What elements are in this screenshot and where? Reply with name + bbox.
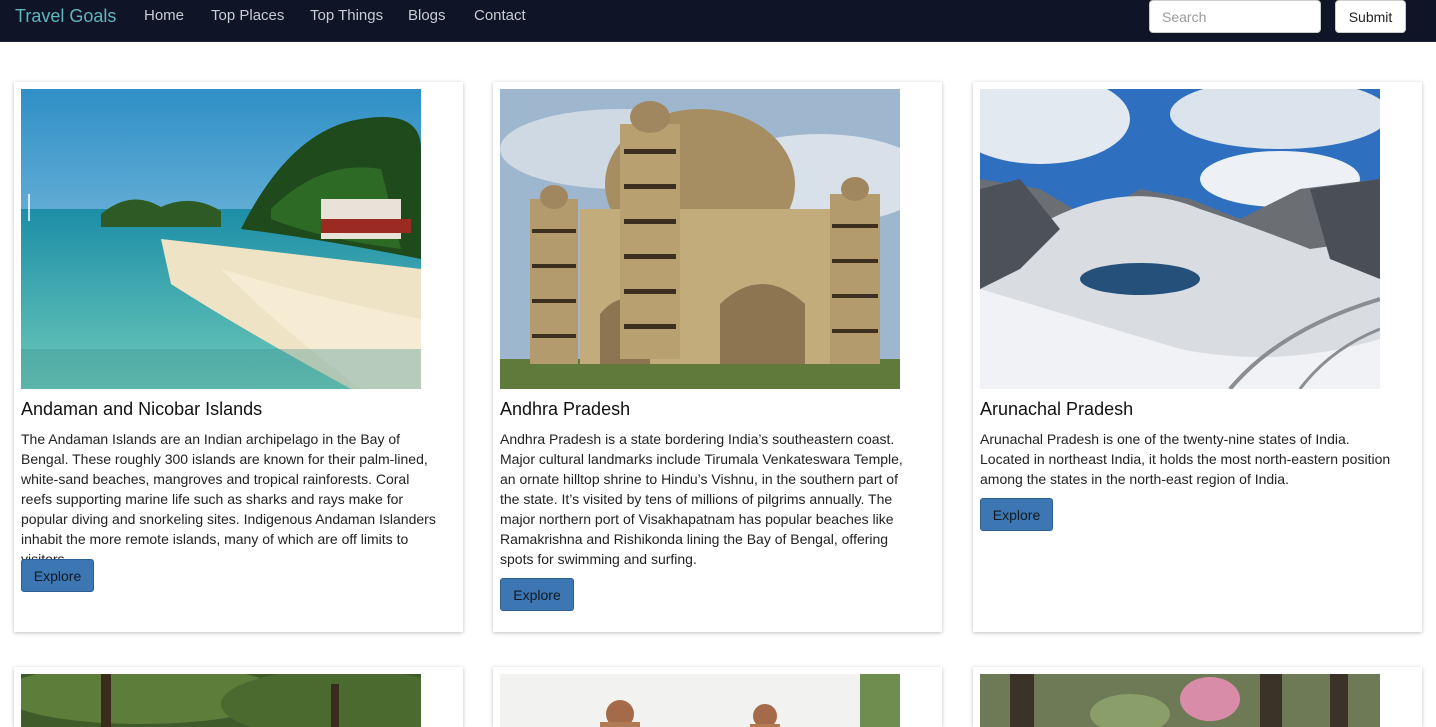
explore-button[interactable]: Explore [21, 559, 94, 592]
card-andaman: Andaman and Nicobar Islands The Andaman … [14, 82, 463, 632]
top-navbar: Travel Goals Home Top Places Top Things … [0, 0, 1436, 42]
nav-link-top-places[interactable]: Top Places [211, 8, 284, 24]
card-image-palace [500, 674, 900, 727]
card-row2-2 [493, 667, 942, 727]
card-image-forest [21, 674, 421, 727]
card-image-garden [980, 674, 1380, 727]
nav-link-home[interactable]: Home [144, 8, 184, 24]
submit-button[interactable]: Submit [1335, 0, 1406, 33]
card-image-beach [21, 89, 421, 389]
card-andhra-pradesh: Andhra Pradesh Andhra Pradesh is a state… [493, 82, 942, 632]
card-image-monument [500, 89, 900, 389]
card-description: The Andaman Islands are an Indian archip… [21, 431, 436, 567]
nav-link-top-things[interactable]: Top Things [310, 8, 383, 24]
card-row2-1 [14, 667, 463, 727]
brand-logo-link[interactable]: Travel Goals [15, 6, 116, 26]
card-image-mountains [980, 89, 1380, 389]
card-title: Andhra Pradesh [500, 399, 631, 419]
nav-link-blogs[interactable]: Blogs [408, 8, 446, 24]
card-description: Arunachal Pradesh is one of the twenty-n… [980, 431, 1391, 487]
card-title: Andaman and Nicobar Islands [21, 399, 263, 419]
explore-button[interactable]: Explore [980, 498, 1053, 531]
nav-link-contact[interactable]: Contact [474, 8, 526, 24]
card-row2-3 [973, 667, 1422, 727]
card-title: Arunachal Pradesh [980, 399, 1134, 419]
card-arunachal-pradesh: Arunachal Pradesh Arunachal Pradesh is o… [973, 82, 1422, 632]
explore-button[interactable]: Explore [500, 578, 574, 611]
search-input[interactable] [1149, 0, 1321, 33]
card-description: Andhra Pradesh is a state bordering Indi… [500, 431, 903, 567]
